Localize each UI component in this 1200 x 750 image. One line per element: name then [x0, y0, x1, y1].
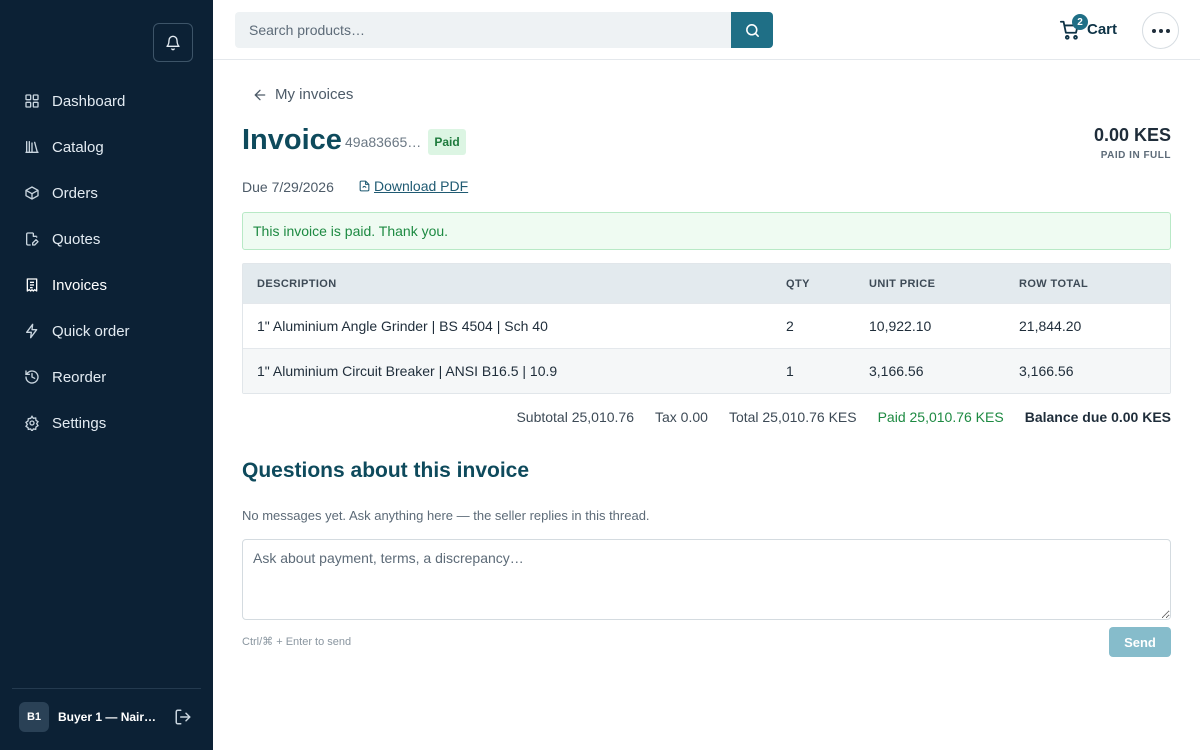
- file-icon: [358, 179, 371, 193]
- cart-label: Cart: [1087, 20, 1118, 38]
- cell-description: 1" Aluminium Circuit Breaker | ANSI B16.…: [257, 363, 558, 379]
- download-pdf-label: Download PDF: [374, 178, 469, 194]
- questions-heading: Questions about this invoice: [242, 459, 530, 482]
- logout-button[interactable]: [172, 706, 194, 728]
- tax: Tax 0.00: [655, 409, 708, 425]
- back-link-label: My invoices: [275, 86, 354, 103]
- search-button[interactable]: [731, 12, 773, 48]
- more-horizontal-icon: [1151, 28, 1171, 34]
- search-icon: [744, 22, 761, 39]
- balance-due: Balance due 0.00 KES: [1024, 409, 1171, 425]
- column-header-description: DESCRIPTION: [257, 277, 337, 290]
- due-date: Due 7/29/2026: [242, 179, 334, 195]
- table-header: DESCRIPTION QTY UNIT PRICE ROW TOTAL: [243, 264, 1170, 303]
- column-header-row-total: ROW TOTAL: [1019, 277, 1089, 290]
- sidebar-item-invoices[interactable]: Invoices: [0, 262, 213, 308]
- receipt-icon: [24, 277, 40, 293]
- avatar[interactable]: B1: [19, 701, 49, 732]
- sidebar-item-label: Settings: [52, 414, 107, 432]
- sidebar-nav: Dashboard Catalog Orders Quotes Invoices: [0, 78, 213, 446]
- subtotal: Subtotal 25,010.76: [516, 409, 634, 425]
- arrow-left-icon: [252, 87, 268, 103]
- cart-icon: 2: [1059, 14, 1088, 41]
- document-edit-icon: [24, 231, 40, 247]
- cell-unit-price: 3,166.56: [869, 363, 924, 379]
- column-header-unit-price: UNIT PRICE: [869, 277, 936, 290]
- sidebar-item-label: Invoices: [52, 276, 108, 294]
- send-button[interactable]: Send: [1109, 627, 1171, 657]
- sidebar-item-quotes[interactable]: Quotes: [0, 216, 213, 262]
- column-header-qty: QTY: [786, 277, 810, 290]
- cell-row-total: 21,844.20: [1019, 318, 1082, 334]
- sidebar-item-label: Quotes: [52, 230, 101, 248]
- totals-summary: Subtotal 25,010.76 Tax 0.00 Total 25,010…: [495, 409, 1171, 425]
- cart-count-badge: 2: [1072, 14, 1088, 30]
- search-input[interactable]: [235, 12, 731, 48]
- sidebar-item-label: Orders: [52, 184, 98, 202]
- cell-qty: 2: [786, 318, 794, 334]
- table-row: 1" Aluminium Circuit Breaker | ANSI B16.…: [243, 348, 1170, 393]
- topbar: 2 Cart: [213, 0, 1200, 60]
- paid-notice: This invoice is paid. Thank you.: [242, 212, 1171, 250]
- total: Total 25,010.76 KES: [728, 409, 857, 425]
- download-pdf-link[interactable]: Download PDF: [358, 178, 468, 194]
- library-icon: [24, 139, 40, 155]
- page-title: Invoice: [242, 124, 342, 156]
- user-profile: B1 Buyer 1 — Nairobi: [19, 701, 199, 732]
- lightning-icon: [24, 323, 40, 339]
- sidebar-item-label: Quick order: [52, 322, 130, 340]
- sidebar-item-label: Reorder: [52, 368, 107, 386]
- back-to-invoices-link[interactable]: My invoices: [252, 86, 353, 103]
- empty-thread-message: No messages yet. Ask anything here — the…: [242, 508, 650, 523]
- box-icon: [24, 185, 40, 201]
- sidebar: Dashboard Catalog Orders Quotes Invoices: [0, 0, 213, 750]
- sidebar-item-reorder[interactable]: Reorder: [0, 354, 213, 400]
- sidebar-divider: [12, 688, 201, 689]
- grid-icon: [24, 93, 40, 109]
- cell-qty: 1: [786, 363, 794, 379]
- paid-amount: Paid 25,010.76 KES: [877, 409, 1004, 425]
- sidebar-item-dashboard[interactable]: Dashboard: [0, 78, 213, 124]
- cell-row-total: 3,166.56: [1019, 363, 1074, 379]
- sidebar-item-quick-order[interactable]: Quick order: [0, 308, 213, 354]
- message-input[interactable]: [242, 539, 1171, 620]
- sidebar-item-label: Dashboard: [52, 92, 126, 110]
- gear-icon: [24, 415, 40, 431]
- sidebar-item-catalog[interactable]: Catalog: [0, 124, 213, 170]
- status-badge: Paid: [428, 129, 466, 155]
- bell-icon: [165, 35, 181, 51]
- cell-description: 1" Aluminium Angle Grinder | BS 4504 | S…: [257, 318, 548, 334]
- invoice-balance-caption: PAID IN FULL: [1100, 150, 1171, 161]
- line-items-table: DESCRIPTION QTY UNIT PRICE ROW TOTAL 1" …: [242, 263, 1171, 394]
- invoice-id: 49a83665…: [345, 134, 422, 150]
- cell-unit-price: 10,922.10: [869, 318, 932, 334]
- logout-icon: [174, 708, 192, 726]
- user-name: Buyer 1 — Nairobi: [58, 709, 162, 724]
- history-icon: [24, 369, 40, 385]
- sidebar-item-label: Catalog: [52, 138, 104, 156]
- invoice-balance-amount: 0.00 KES: [1093, 125, 1171, 145]
- table-row: 1" Aluminium Angle Grinder | BS 4504 | S…: [243, 303, 1170, 348]
- send-shortcut-hint: Ctrl/⌘ + Enter to send: [242, 636, 352, 648]
- sidebar-item-orders[interactable]: Orders: [0, 170, 213, 216]
- cart-button[interactable]: 2 Cart: [1059, 14, 1117, 44]
- more-menu-button[interactable]: [1142, 12, 1179, 49]
- sidebar-item-settings[interactable]: Settings: [0, 400, 213, 446]
- notifications-button[interactable]: [153, 23, 193, 62]
- search-bar: [235, 12, 773, 48]
